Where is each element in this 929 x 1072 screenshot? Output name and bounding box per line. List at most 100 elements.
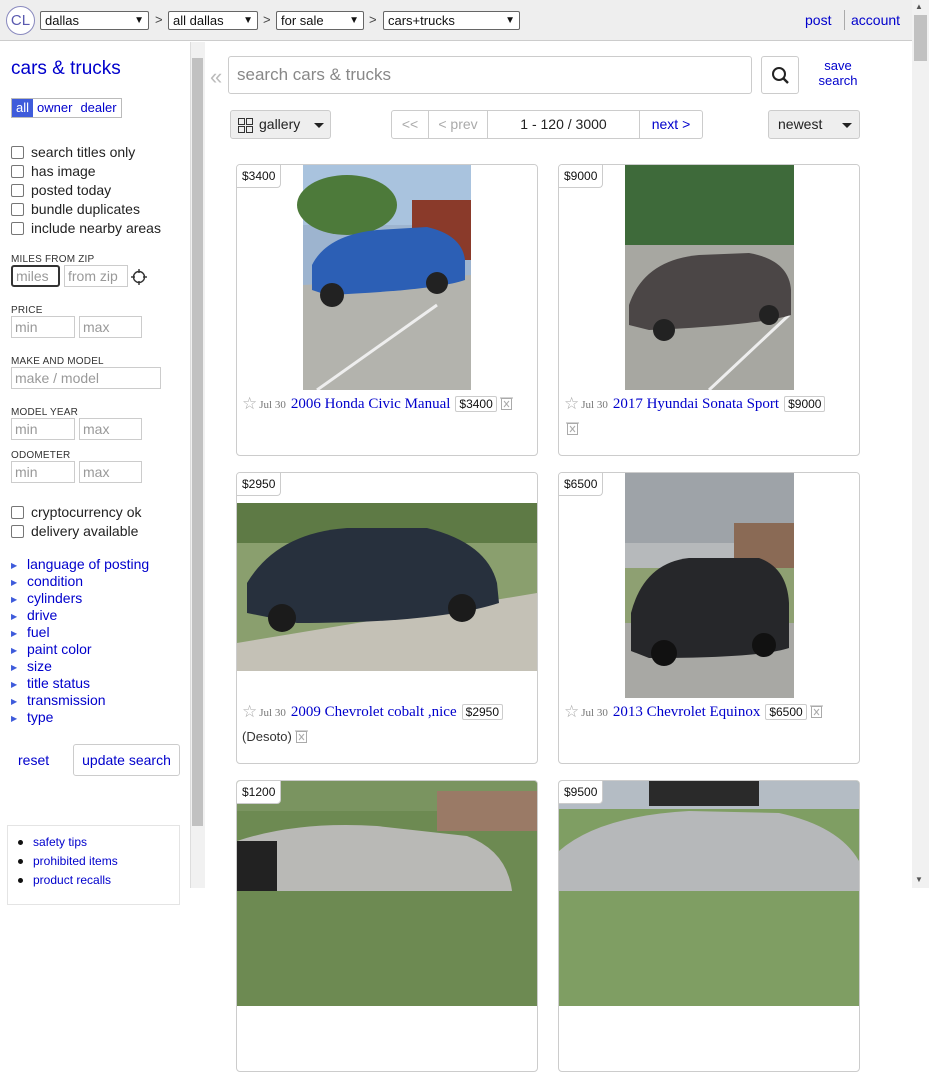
checkbox-box[interactable] [11, 524, 24, 538]
listing-card[interactable]: $1200 [236, 780, 538, 1072]
listing-photo-image [559, 781, 859, 1006]
filter-fuel[interactable]: ▶ fuel [11, 624, 149, 641]
listing-photo[interactable] [559, 165, 859, 390]
hide-icon[interactable] [294, 729, 308, 743]
page-scrollbar[interactable] [912, 0, 929, 888]
checkbox-box[interactable] [11, 202, 24, 216]
delivery-available-checkbox[interactable]: delivery available [11, 523, 138, 539]
link-label: product recalls [33, 873, 112, 887]
filter-drive[interactable]: ▶ drive [11, 607, 149, 624]
year-max-input[interactable]: max [79, 418, 142, 440]
collapse-sidebar-icon[interactable]: « [210, 64, 222, 90]
filter-type[interactable]: ▶ type [11, 709, 149, 726]
listing-photo[interactable] [237, 473, 537, 698]
search-input[interactable]: search cars & trucks [228, 56, 752, 94]
star-icon[interactable]: ☆ [242, 394, 257, 413]
cryptocurrency-ok-checkbox[interactable]: cryptocurrency ok [11, 504, 141, 520]
listing-title[interactable]: 2009 Chevrolet cobalt ,nice [291, 704, 457, 720]
price-min-input[interactable]: min [11, 316, 75, 338]
update-search-button[interactable]: update search [73, 744, 180, 776]
year-min-input[interactable]: min [11, 418, 75, 440]
miles-from-zip-label: MILES FROM ZIP [11, 254, 95, 265]
grid-icon [238, 118, 253, 133]
sidebar-scrollbar-thumb[interactable] [192, 58, 203, 826]
listing-photo[interactable] [559, 781, 859, 1006]
listing-card[interactable]: $6500 ☆ Jul 30 2013 Chevrolet Equinox $6500 [558, 472, 860, 764]
scroll-down-arrow-icon[interactable]: ▼ [915, 875, 923, 884]
listing-title[interactable]: 2013 Chevrolet Equinox [613, 704, 760, 720]
include-nearby-checkbox[interactable]: include nearby areas [11, 220, 161, 236]
subarea-select[interactable]: all dallas ▼ [168, 11, 258, 30]
reset-button[interactable]: reset [18, 752, 49, 768]
filter-list: ▶ language of posting ▶ condition ▶ cylinde… [11, 556, 149, 726]
sort-dropdown[interactable]: newest [768, 110, 860, 139]
scroll-up-arrow-icon[interactable]: ▲ [915, 2, 923, 11]
star-icon[interactable]: ☆ [564, 702, 579, 721]
hide-icon[interactable] [499, 396, 513, 410]
make-model-input[interactable]: make / model [11, 367, 161, 389]
checkbox-box[interactable] [11, 221, 24, 235]
checkbox-box[interactable] [11, 505, 24, 519]
save-search-link[interactable]: save search [813, 58, 863, 88]
filter-label: cylinders [27, 590, 83, 606]
listing-price: $2950 [461, 704, 504, 720]
section-select-value: for sale [281, 13, 324, 28]
checkbox-label: has image [31, 163, 96, 179]
prev-page-button[interactable]: < prev [429, 111, 488, 138]
page-scrollbar-thumb[interactable] [914, 15, 927, 61]
listing-card[interactable]: $9000 ☆ Jul 30 2017 Hyundai Sonata Sport $9… [558, 164, 860, 456]
star-icon[interactable]: ☆ [564, 394, 579, 413]
seller-all[interactable]: all [12, 99, 34, 117]
bundle-duplicates-checkbox[interactable]: bundle duplicates [11, 201, 140, 217]
filter-title-status[interactable]: ▶ title status [11, 675, 149, 692]
has-image-checkbox[interactable]: has image [11, 163, 96, 179]
area-select[interactable]: dallas ▼ [40, 11, 149, 30]
filter-language[interactable]: ▶ language of posting [11, 556, 149, 573]
filter-label: fuel [27, 624, 50, 640]
listing-price: $9000 [784, 396, 826, 412]
zip-input[interactable]: from zip [64, 265, 128, 287]
listing-card[interactable]: $2950 ☆ Jul 30 2009 Chevrolet cobalt ,nice… [236, 472, 538, 764]
odometer-min-input[interactable]: min [11, 461, 75, 483]
chevron-down-icon: ▼ [134, 15, 144, 26]
filter-cylinders[interactable]: ▶ cylinders [11, 590, 149, 607]
category-select[interactable]: cars+trucks ▼ [383, 11, 520, 30]
craigslist-logo[interactable]: CL [6, 6, 35, 35]
hide-icon[interactable] [809, 704, 823, 718]
listing-card[interactable]: $9500 [558, 780, 860, 1072]
product-recalls-link[interactable]: product recalls [18, 872, 179, 891]
listing-photo[interactable] [559, 473, 859, 698]
checkbox-box[interactable] [11, 164, 24, 178]
prohibited-items-link[interactable]: prohibited items [18, 853, 179, 872]
listing-card[interactable]: $3400 ☆ Jul 30 2006 Honda Civic Manual $340… [236, 164, 538, 456]
hide-icon[interactable] [566, 421, 579, 435]
posted-today-checkbox[interactable]: posted today [11, 182, 111, 198]
miles-input[interactable]: miles [11, 265, 60, 287]
next-page-button[interactable]: next > [640, 111, 702, 138]
search-button[interactable] [761, 56, 799, 94]
filter-size[interactable]: ▶ size [11, 658, 149, 675]
listing-photo[interactable] [237, 781, 537, 1006]
price-max-input[interactable]: max [79, 316, 142, 338]
listing-title[interactable]: 2017 Hyundai Sonata Sport [613, 396, 779, 412]
checkbox-box[interactable] [11, 145, 24, 159]
filter-condition[interactable]: ▶ condition [11, 573, 149, 590]
filter-transmission[interactable]: ▶ transmission [11, 692, 149, 709]
locate-icon[interactable] [131, 269, 147, 285]
first-page-button[interactable]: << [392, 111, 429, 138]
category-title[interactable]: cars & trucks [11, 58, 121, 80]
section-select[interactable]: for sale ▼ [276, 11, 364, 30]
account-link[interactable]: account [851, 12, 900, 28]
search-titles-only-checkbox[interactable]: search titles only [11, 144, 135, 160]
filter-paint-color[interactable]: ▶ paint color [11, 641, 149, 658]
post-link[interactable]: post [805, 12, 831, 28]
seller-dealer[interactable]: dealer [76, 99, 120, 117]
view-mode-dropdown[interactable]: gallery [230, 110, 331, 139]
listing-title[interactable]: 2006 Honda Civic Manual [291, 396, 451, 412]
star-icon[interactable]: ☆ [242, 702, 257, 721]
checkbox-box[interactable] [11, 183, 24, 197]
odometer-max-input[interactable]: max [79, 461, 142, 483]
safety-tips-link[interactable]: safety tips [18, 834, 179, 853]
seller-owner[interactable]: owner [33, 99, 76, 117]
listing-photo[interactable] [237, 165, 537, 390]
